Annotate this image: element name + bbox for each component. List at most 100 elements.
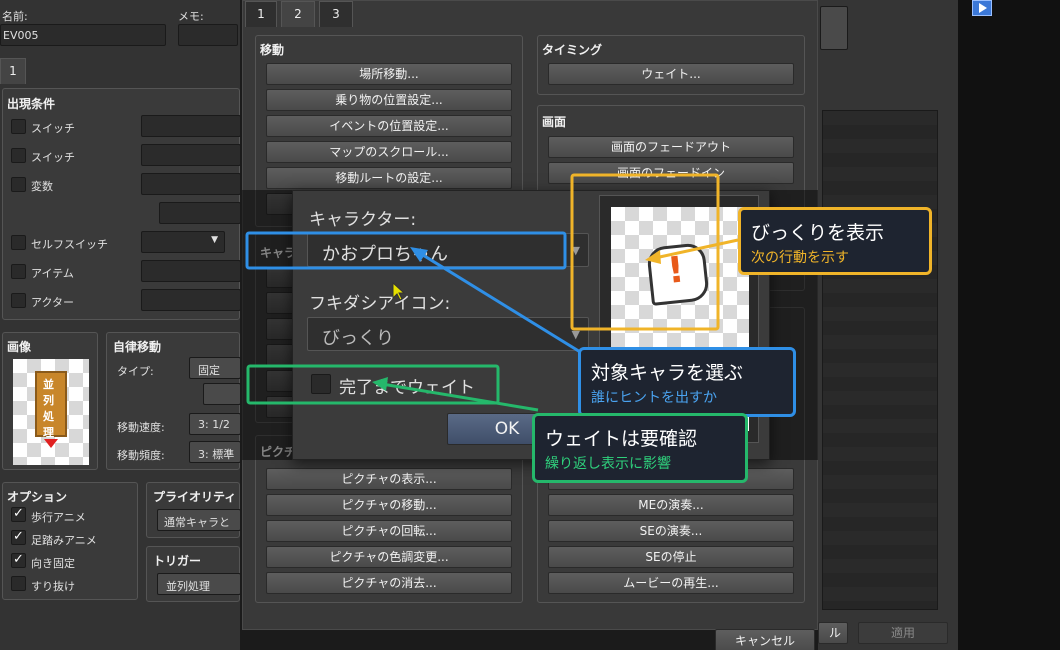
condition-switch2-checkbox[interactable] bbox=[11, 148, 26, 163]
command-tab-1[interactable]: 1 bbox=[245, 1, 277, 27]
rotate-picture-button[interactable]: ピクチャの回転... bbox=[266, 520, 512, 542]
condition-switch1-field[interactable] bbox=[141, 115, 241, 137]
autonomous-panel: 自律移動 タイプ: 固定 移動速度: 3: 1/2 移動頻度: 3: 標準 bbox=[106, 332, 241, 470]
timing-panel: タイミング ウェイト... bbox=[537, 35, 805, 95]
conditions-panel: 出現条件 スイッチ スイッチ 変数 セルフスイッチ ▼ アイテム アクター bbox=[2, 88, 241, 320]
image-title: 画像 bbox=[7, 340, 32, 354]
trigger-value: 並列処理 bbox=[166, 580, 210, 593]
condition-switch2-field[interactable] bbox=[141, 144, 241, 166]
command-tab-3[interactable]: 3 bbox=[319, 1, 353, 27]
chevron-down-icon: ▼ bbox=[571, 328, 580, 341]
memo-field[interactable] bbox=[178, 24, 238, 46]
mouse-cursor-icon bbox=[392, 282, 406, 301]
condition-item-checkbox[interactable] bbox=[11, 264, 26, 279]
option-through-checkbox[interactable] bbox=[11, 576, 26, 591]
speed-label: 移動速度: bbox=[117, 421, 165, 434]
name-label: 名前: bbox=[2, 10, 28, 23]
balloon-icon-select[interactable]: びっくり ▼ bbox=[307, 317, 589, 351]
option-label: 向き固定 bbox=[31, 557, 75, 570]
trigger-panel: トリガー 並列処理 bbox=[146, 546, 241, 602]
fadeout-button[interactable]: 画面のフェードアウト bbox=[548, 136, 794, 158]
callout-wait-main: ウェイトは要確認 bbox=[545, 428, 698, 450]
cancel-button[interactable]: キャンセル bbox=[715, 629, 815, 650]
option-direction-fix-checkbox[interactable] bbox=[11, 552, 26, 568]
priority-title: プライオリティ bbox=[153, 490, 237, 504]
priority-panel: プライオリティ 通常キャラと bbox=[146, 482, 241, 538]
speed-select[interactable]: 3: 1/2 bbox=[189, 413, 241, 435]
event-content-list[interactable] bbox=[822, 110, 938, 610]
option-walk-anim-checkbox[interactable] bbox=[11, 506, 26, 522]
screen-title: 画面 bbox=[542, 115, 567, 129]
picture-panel: ピクチ ピクチャの表示... ピクチャの移動... ピクチャの回転... ピクチ… bbox=[255, 435, 523, 603]
condition-label: アイテム bbox=[31, 267, 74, 280]
type-value: 固定 bbox=[198, 364, 220, 377]
image-panel: 画像 並列処理 bbox=[2, 332, 98, 470]
apply-button[interactable]: 適用 bbox=[858, 622, 948, 644]
callout-wait: ウェイトは要確認 繰り返し表示に影響 bbox=[532, 413, 748, 483]
name-field[interactable]: EV005 bbox=[0, 24, 166, 46]
character-value: かおプロちゃん bbox=[322, 244, 448, 265]
command-tab-2[interactable]: 2 bbox=[281, 1, 315, 27]
movie-play-button[interactable]: ムービーの再生... bbox=[548, 572, 794, 594]
condition-actor-checkbox[interactable] bbox=[11, 293, 26, 308]
condition-label: スイッチ bbox=[31, 122, 75, 135]
move-title: 移動 bbox=[260, 43, 285, 57]
me-play-button[interactable]: MEの演奏... bbox=[548, 494, 794, 516]
callout-target-main: 対象キャラを選ぶ bbox=[591, 362, 744, 384]
options-panel: オプション 歩行アニメ 足踏みアニメ 向き固定 すり抜け bbox=[2, 482, 138, 600]
event-list-area: ル 適用 bbox=[818, 0, 958, 650]
priority-value: 通常キャラと bbox=[164, 516, 230, 529]
condition-selfswitch-select[interactable]: ▼ bbox=[141, 231, 225, 253]
option-step-anim-checkbox[interactable] bbox=[11, 529, 26, 545]
se-play-button[interactable]: SEの演奏... bbox=[548, 520, 794, 542]
wait-completion-checkbox[interactable] bbox=[311, 374, 331, 394]
tint-picture-button[interactable]: ピクチャの色調変更... bbox=[266, 546, 512, 568]
option-label: すり抜け bbox=[31, 580, 75, 593]
exclamation-balloon-icon: ! bbox=[646, 242, 710, 306]
transfer-button[interactable]: 場所移動... bbox=[266, 63, 512, 85]
play-icon[interactable] bbox=[972, 0, 992, 16]
options-title: オプション bbox=[7, 490, 68, 504]
condition-switch1-checkbox[interactable] bbox=[11, 119, 26, 134]
priority-select[interactable]: 通常キャラと bbox=[157, 509, 241, 531]
freq-select[interactable]: 3: 標準 bbox=[189, 441, 241, 463]
black-gutter bbox=[958, 0, 1060, 650]
timing-title: タイミング bbox=[542, 43, 603, 57]
ok-partial-button[interactable]: ル bbox=[818, 622, 848, 644]
condition-selfswitch-checkbox[interactable] bbox=[11, 235, 26, 250]
callout-balloon-main: びっくりを表示 bbox=[751, 222, 885, 244]
fadein-button[interactable]: 画面のフェードイン bbox=[548, 162, 794, 184]
move-picture-button[interactable]: ピクチャの移動... bbox=[266, 494, 512, 516]
toolbar-stub bbox=[820, 6, 848, 50]
memo-label: メモ: bbox=[178, 10, 204, 23]
show-picture-button[interactable]: ピクチャの表示... bbox=[266, 468, 512, 490]
character-label: キャラクター: bbox=[309, 210, 417, 230]
callout-target: 対象キャラを選ぶ 誰にヒントを出すか bbox=[578, 347, 796, 417]
event-image[interactable]: 並列処理 bbox=[13, 359, 89, 465]
condition-label: 変数 bbox=[31, 180, 53, 193]
route-button[interactable] bbox=[203, 383, 241, 405]
condition-actor-field[interactable] bbox=[141, 289, 241, 311]
se-stop-button[interactable]: SEの停止 bbox=[548, 546, 794, 568]
erase-picture-button[interactable]: ピクチャの消去... bbox=[266, 572, 512, 594]
callout-target-sub: 誰にヒントを出すか bbox=[591, 390, 717, 406]
scroll-map-button[interactable]: マップのスクロール... bbox=[266, 141, 512, 163]
event-location-button[interactable]: イベントの位置設定... bbox=[266, 115, 512, 137]
move-route-button[interactable]: 移動ルートの設定... bbox=[266, 167, 512, 189]
conditions-title: 出現条件 bbox=[7, 97, 56, 111]
condition-label: セルフスイッチ bbox=[31, 238, 108, 251]
wait-button[interactable]: ウェイト... bbox=[548, 63, 794, 85]
vehicle-location-button[interactable]: 乗り物の位置設定... bbox=[266, 89, 512, 111]
type-select[interactable]: 固定 bbox=[189, 357, 241, 379]
character-select[interactable]: かおプロちゃん ▼ bbox=[307, 233, 589, 267]
chevron-down-icon: ▼ bbox=[211, 235, 218, 245]
trigger-select[interactable]: 並列処理 bbox=[157, 573, 241, 595]
condition-item-field[interactable] bbox=[141, 260, 241, 282]
condition-variable-field[interactable] bbox=[141, 173, 241, 195]
chevron-down-icon: ▼ bbox=[571, 244, 580, 257]
condition-variable-value[interactable] bbox=[159, 202, 241, 224]
page-tab-1[interactable]: 1 bbox=[0, 58, 26, 84]
parallel-banner-text: 並列処理 bbox=[43, 378, 54, 439]
condition-variable-checkbox[interactable] bbox=[11, 177, 26, 192]
balloon-icon-label: フキダシアイコン: bbox=[309, 294, 451, 314]
